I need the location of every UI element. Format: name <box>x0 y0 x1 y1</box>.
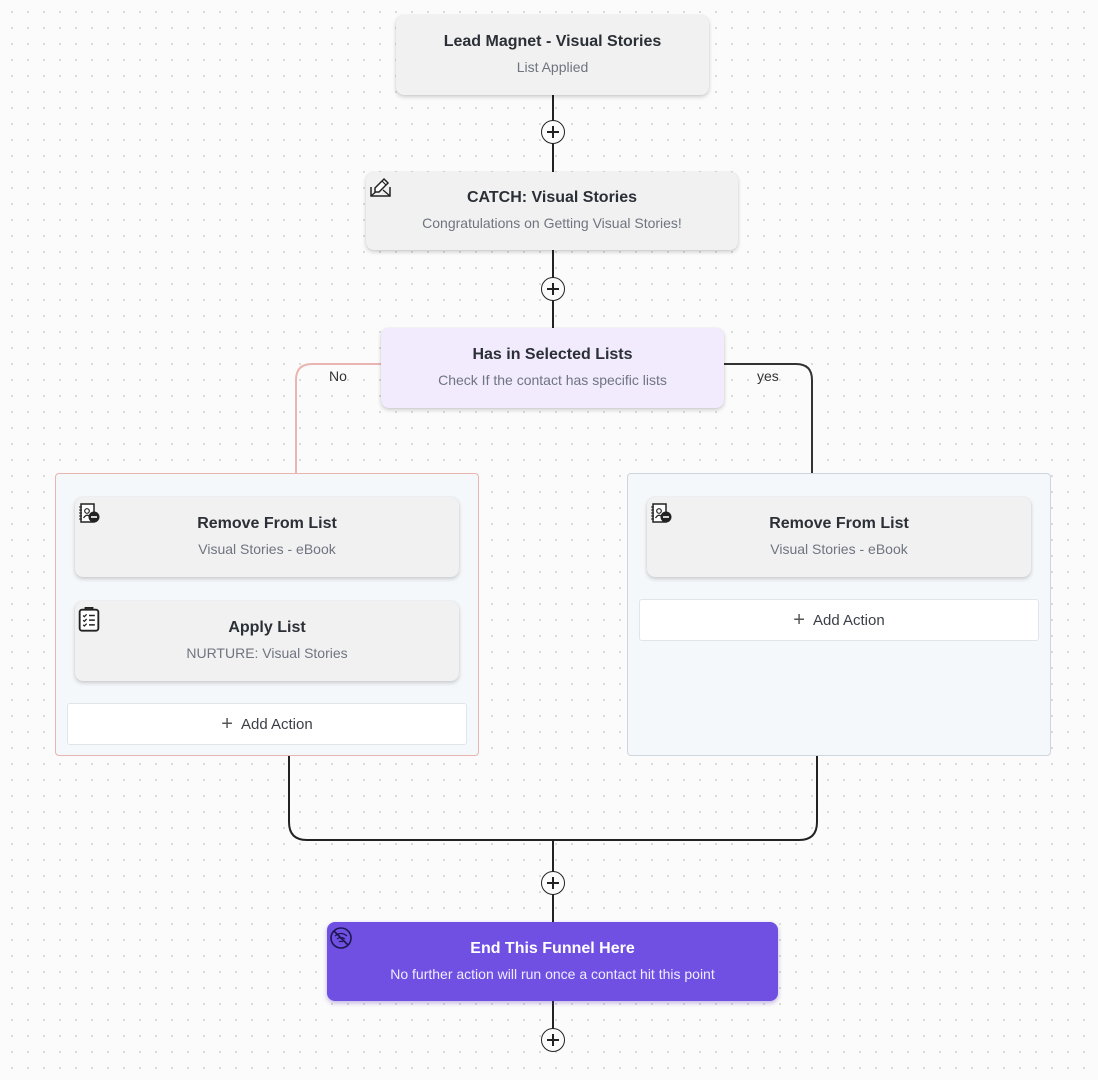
action-subtitle: NURTURE: Visual Stories <box>186 645 348 661</box>
yes-branch-label: yes <box>757 368 779 384</box>
no-entry-icon <box>330 927 352 949</box>
email-subtitle: Congratulations on Getting Visual Storie… <box>422 215 682 231</box>
trigger-subtitle: List Applied <box>516 59 589 75</box>
no-branch-container: Remove From List Visual Stories - eBook … <box>55 473 479 756</box>
remove-contact-list-icon <box>79 503 100 523</box>
add-step-button-4[interactable] <box>541 1028 565 1052</box>
clipboard-checklist-icon <box>78 606 100 632</box>
end-title: End This Funnel Here <box>470 940 635 957</box>
add-action-label: Add Action <box>240 716 313 733</box>
connector-merge <box>288 756 818 841</box>
no-branch-action-apply-list[interactable]: Apply List NURTURE: Visual Stories <box>75 601 459 681</box>
condition-title: Has in Selected Lists <box>472 346 633 363</box>
condition-subtitle: Check If the contact has specific lists <box>438 372 667 388</box>
yes-branch-container: Remove From List Visual Stories - eBook … <box>627 473 1051 756</box>
email-title: CATCH: Visual Stories <box>466 189 638 206</box>
end-funnel-node[interactable]: End This Funnel Here No further action w… <box>327 922 778 1001</box>
end-subtitle: No further action will run once a contac… <box>390 966 715 982</box>
email-edit-icon <box>370 177 391 197</box>
remove-contact-list-icon <box>651 503 672 523</box>
condition-node[interactable]: Has in Selected Lists Check If the conta… <box>381 328 724 408</box>
no-branch-label: No <box>329 368 347 384</box>
yes-branch-add-action-button[interactable]: + Add Action <box>639 599 1039 641</box>
action-title: Remove From List <box>197 515 337 532</box>
action-title: Apply List <box>228 619 306 636</box>
add-action-label: Add Action <box>812 612 885 629</box>
action-subtitle: Visual Stories - eBook <box>770 541 908 557</box>
no-branch-action-remove-from-list[interactable]: Remove From List Visual Stories - eBook <box>75 497 459 577</box>
no-branch-add-action-button[interactable]: + Add Action <box>67 703 467 745</box>
action-subtitle: Visual Stories - eBook <box>198 541 336 557</box>
add-step-button-2[interactable] <box>541 277 565 301</box>
email-node[interactable]: CATCH: Visual Stories Congratulations on… <box>366 172 738 250</box>
plus-icon: + <box>793 609 805 631</box>
plus-icon: + <box>221 713 233 735</box>
trigger-node[interactable]: Lead Magnet - Visual Stories List Applie… <box>396 15 709 95</box>
yes-branch-action-remove-from-list[interactable]: Remove From List Visual Stories - eBook <box>647 497 1031 577</box>
add-step-button-1[interactable] <box>541 120 565 144</box>
add-step-button-3[interactable] <box>541 871 565 895</box>
action-title: Remove From List <box>769 515 909 532</box>
trigger-title: Lead Magnet - Visual Stories <box>443 33 662 50</box>
